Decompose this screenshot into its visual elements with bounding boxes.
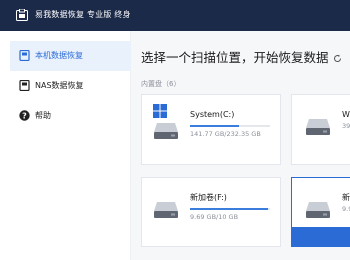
drive-usage-bar <box>190 208 270 210</box>
local-disk-icon <box>19 50 30 61</box>
windows-logo-icon <box>153 104 167 118</box>
sidebar-item-local-recovery[interactable]: 本机数据恢复 <box>10 41 131 71</box>
drive-card-selected[interactable]: 新 9.9 <box>291 177 350 247</box>
svg-text:?: ? <box>22 111 27 120</box>
section-label-internal-drives: 内置盘（6） <box>141 80 181 88</box>
drive-name: 新加卷(F:) <box>190 193 227 202</box>
app-logo-icon <box>16 9 28 21</box>
drive-usage-bar <box>190 125 270 127</box>
drive-usage-fill <box>190 125 239 127</box>
page-title: 选择一个扫描位置，开始恢复数据 <box>141 50 342 66</box>
sidebar-item-help[interactable]: ? 帮助 <box>10 101 131 131</box>
window-title: 易我数据恢复 专业版 终身 <box>35 10 131 19</box>
sidebar-item-nas-recovery[interactable]: NAS数据恢复 <box>10 71 131 101</box>
drive-size: 141.77 GB/232.35 GB <box>190 130 261 138</box>
drive-card[interactable]: 新加卷(F:) 9.69 GB/10 GB <box>141 177 281 247</box>
nas-icon <box>19 80 30 91</box>
hard-drive-icon <box>154 202 178 218</box>
drive-size: 9.9 <box>342 205 350 213</box>
hard-drive-icon <box>306 119 330 135</box>
page-title-text: 选择一个扫描位置，开始恢复数据 <box>141 50 329 65</box>
sidebar: 本机数据恢复 NAS数据恢复 ? 帮助 <box>10 31 131 260</box>
drive-usage-fill <box>190 208 268 210</box>
drive-name: System(C:) <box>190 110 235 119</box>
drive-name: 新 <box>342 193 350 202</box>
selection-highlight <box>292 227 350 246</box>
sidebar-item-label: NAS数据恢复 <box>35 81 84 90</box>
title-bar: 易我数据恢复 专业版 终身 <box>0 0 350 31</box>
refresh-icon[interactable] <box>333 54 342 63</box>
help-icon: ? <box>19 110 30 121</box>
hard-drive-icon <box>154 123 178 139</box>
drive-size: 9.69 GB/10 GB <box>190 213 239 221</box>
main-panel: 选择一个扫描位置，开始恢复数据 内置盘（6） System(C:) 141.77… <box>131 31 350 260</box>
app-window: 本机数据恢复 NAS数据恢复 ? 帮助 选择一个扫描位置，开始恢复数据 内置盘（… <box>10 31 350 260</box>
drive-size: 39 <box>342 122 350 130</box>
hard-drive-icon <box>306 202 330 218</box>
window-left-margin <box>0 31 10 260</box>
drive-name: W <box>342 110 350 119</box>
sidebar-item-label: 帮助 <box>35 111 51 120</box>
drive-card[interactable]: W 39 <box>291 94 350 165</box>
drive-card[interactable]: System(C:) 141.77 GB/232.35 GB <box>141 94 281 165</box>
sidebar-item-label: 本机数据恢复 <box>35 51 83 60</box>
